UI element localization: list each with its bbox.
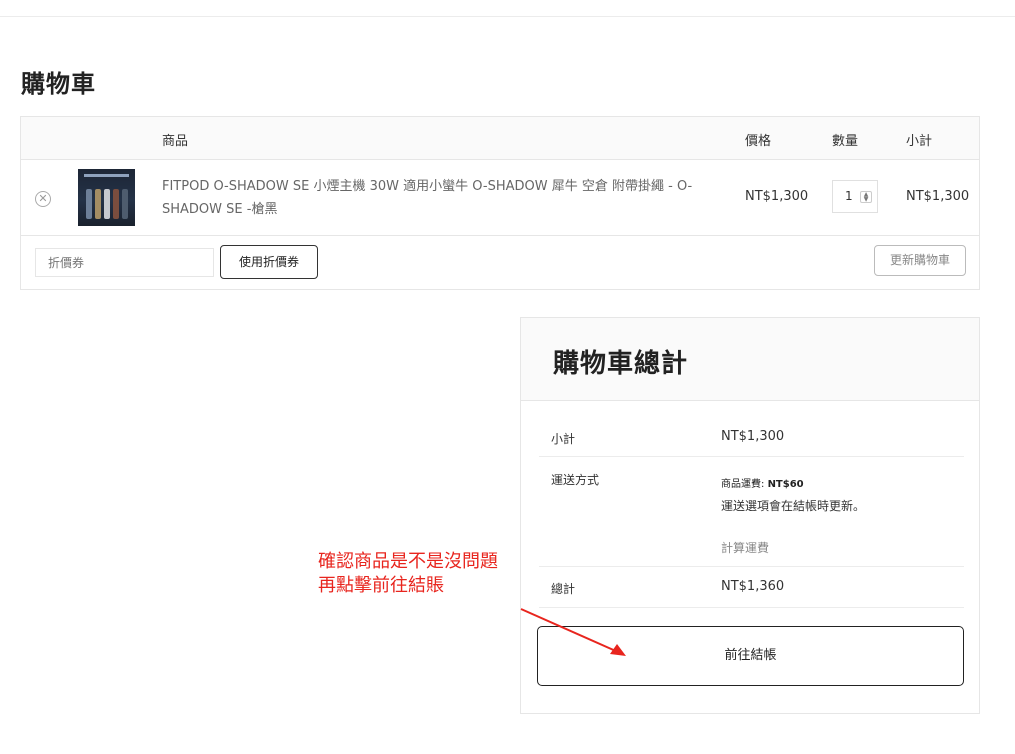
update-cart-button[interactable]: 更新購物車 bbox=[874, 245, 966, 276]
annotation-line-2: 再點擊前往結賬 bbox=[318, 575, 444, 596]
close-circle-icon: ✕ bbox=[38, 192, 48, 205]
header-quantity: 數量 bbox=[832, 134, 859, 149]
divider bbox=[539, 566, 964, 567]
cart-totals-header: 購物車總計 bbox=[521, 318, 979, 401]
divider bbox=[539, 456, 964, 457]
annotation-note: 確認商品是不是沒問題 再點擊前往結賬 bbox=[318, 550, 498, 598]
shipping-fee-value: NT$60 bbox=[767, 479, 804, 490]
annotation-line-1: 確認商品是不是沒問題 bbox=[318, 551, 498, 572]
top-divider bbox=[0, 16, 1015, 17]
header-price: 價格 bbox=[745, 134, 772, 149]
page-title: 購物車 bbox=[21, 70, 96, 98]
shipping-note: 運送選項會在結帳時更新。 bbox=[721, 499, 866, 513]
product-thumbnail[interactable] bbox=[78, 169, 135, 226]
calculate-shipping-link[interactable]: 計算運費 bbox=[721, 539, 769, 556]
coupon-input[interactable] bbox=[35, 248, 214, 277]
header-subtotal: 小計 bbox=[906, 134, 933, 149]
item-subtotal: NT$1,300 bbox=[906, 189, 970, 204]
shipping-fee-label: 商品運費: bbox=[721, 479, 768, 490]
total-label: 總計 bbox=[551, 582, 576, 596]
shipping-label: 運送方式 bbox=[551, 473, 600, 487]
total-value: NT$1,360 bbox=[721, 579, 785, 594]
cart-table-header: 商品 價格 數量 小計 bbox=[21, 117, 979, 160]
item-price: NT$1,300 bbox=[745, 189, 809, 204]
cart-table: 商品 價格 數量 小計 ✕ FITPOD O-SHADOW SE 小煙主機 30… bbox=[20, 116, 980, 290]
shipping-fee: 商品運費: NT$60 bbox=[721, 475, 804, 490]
product-name-link[interactable]: FITPOD O-SHADOW SE 小煙主機 30W 適用小蠻牛 O-SHAD… bbox=[162, 175, 707, 221]
subtotal-label: 小計 bbox=[551, 432, 576, 446]
cart-totals-title: 購物車總計 bbox=[553, 349, 689, 379]
quantity-stepper[interactable]: 1 ▲ ▼ bbox=[832, 180, 878, 213]
apply-coupon-button[interactable]: 使用折價券 bbox=[220, 245, 318, 279]
subtotal-value: NT$1,300 bbox=[721, 429, 785, 444]
quantity-value[interactable]: 1 bbox=[845, 189, 853, 203]
cart-item-row: ✕ FITPOD O-SHADOW SE 小煙主機 30W 適用小蠻牛 O-SH… bbox=[21, 160, 979, 236]
header-product: 商品 bbox=[162, 134, 189, 149]
remove-item-button[interactable]: ✕ bbox=[35, 191, 51, 207]
annotation-arrow-icon bbox=[520, 608, 626, 656]
spinner-arrows-icon[interactable]: ▲ ▼ bbox=[860, 191, 872, 203]
